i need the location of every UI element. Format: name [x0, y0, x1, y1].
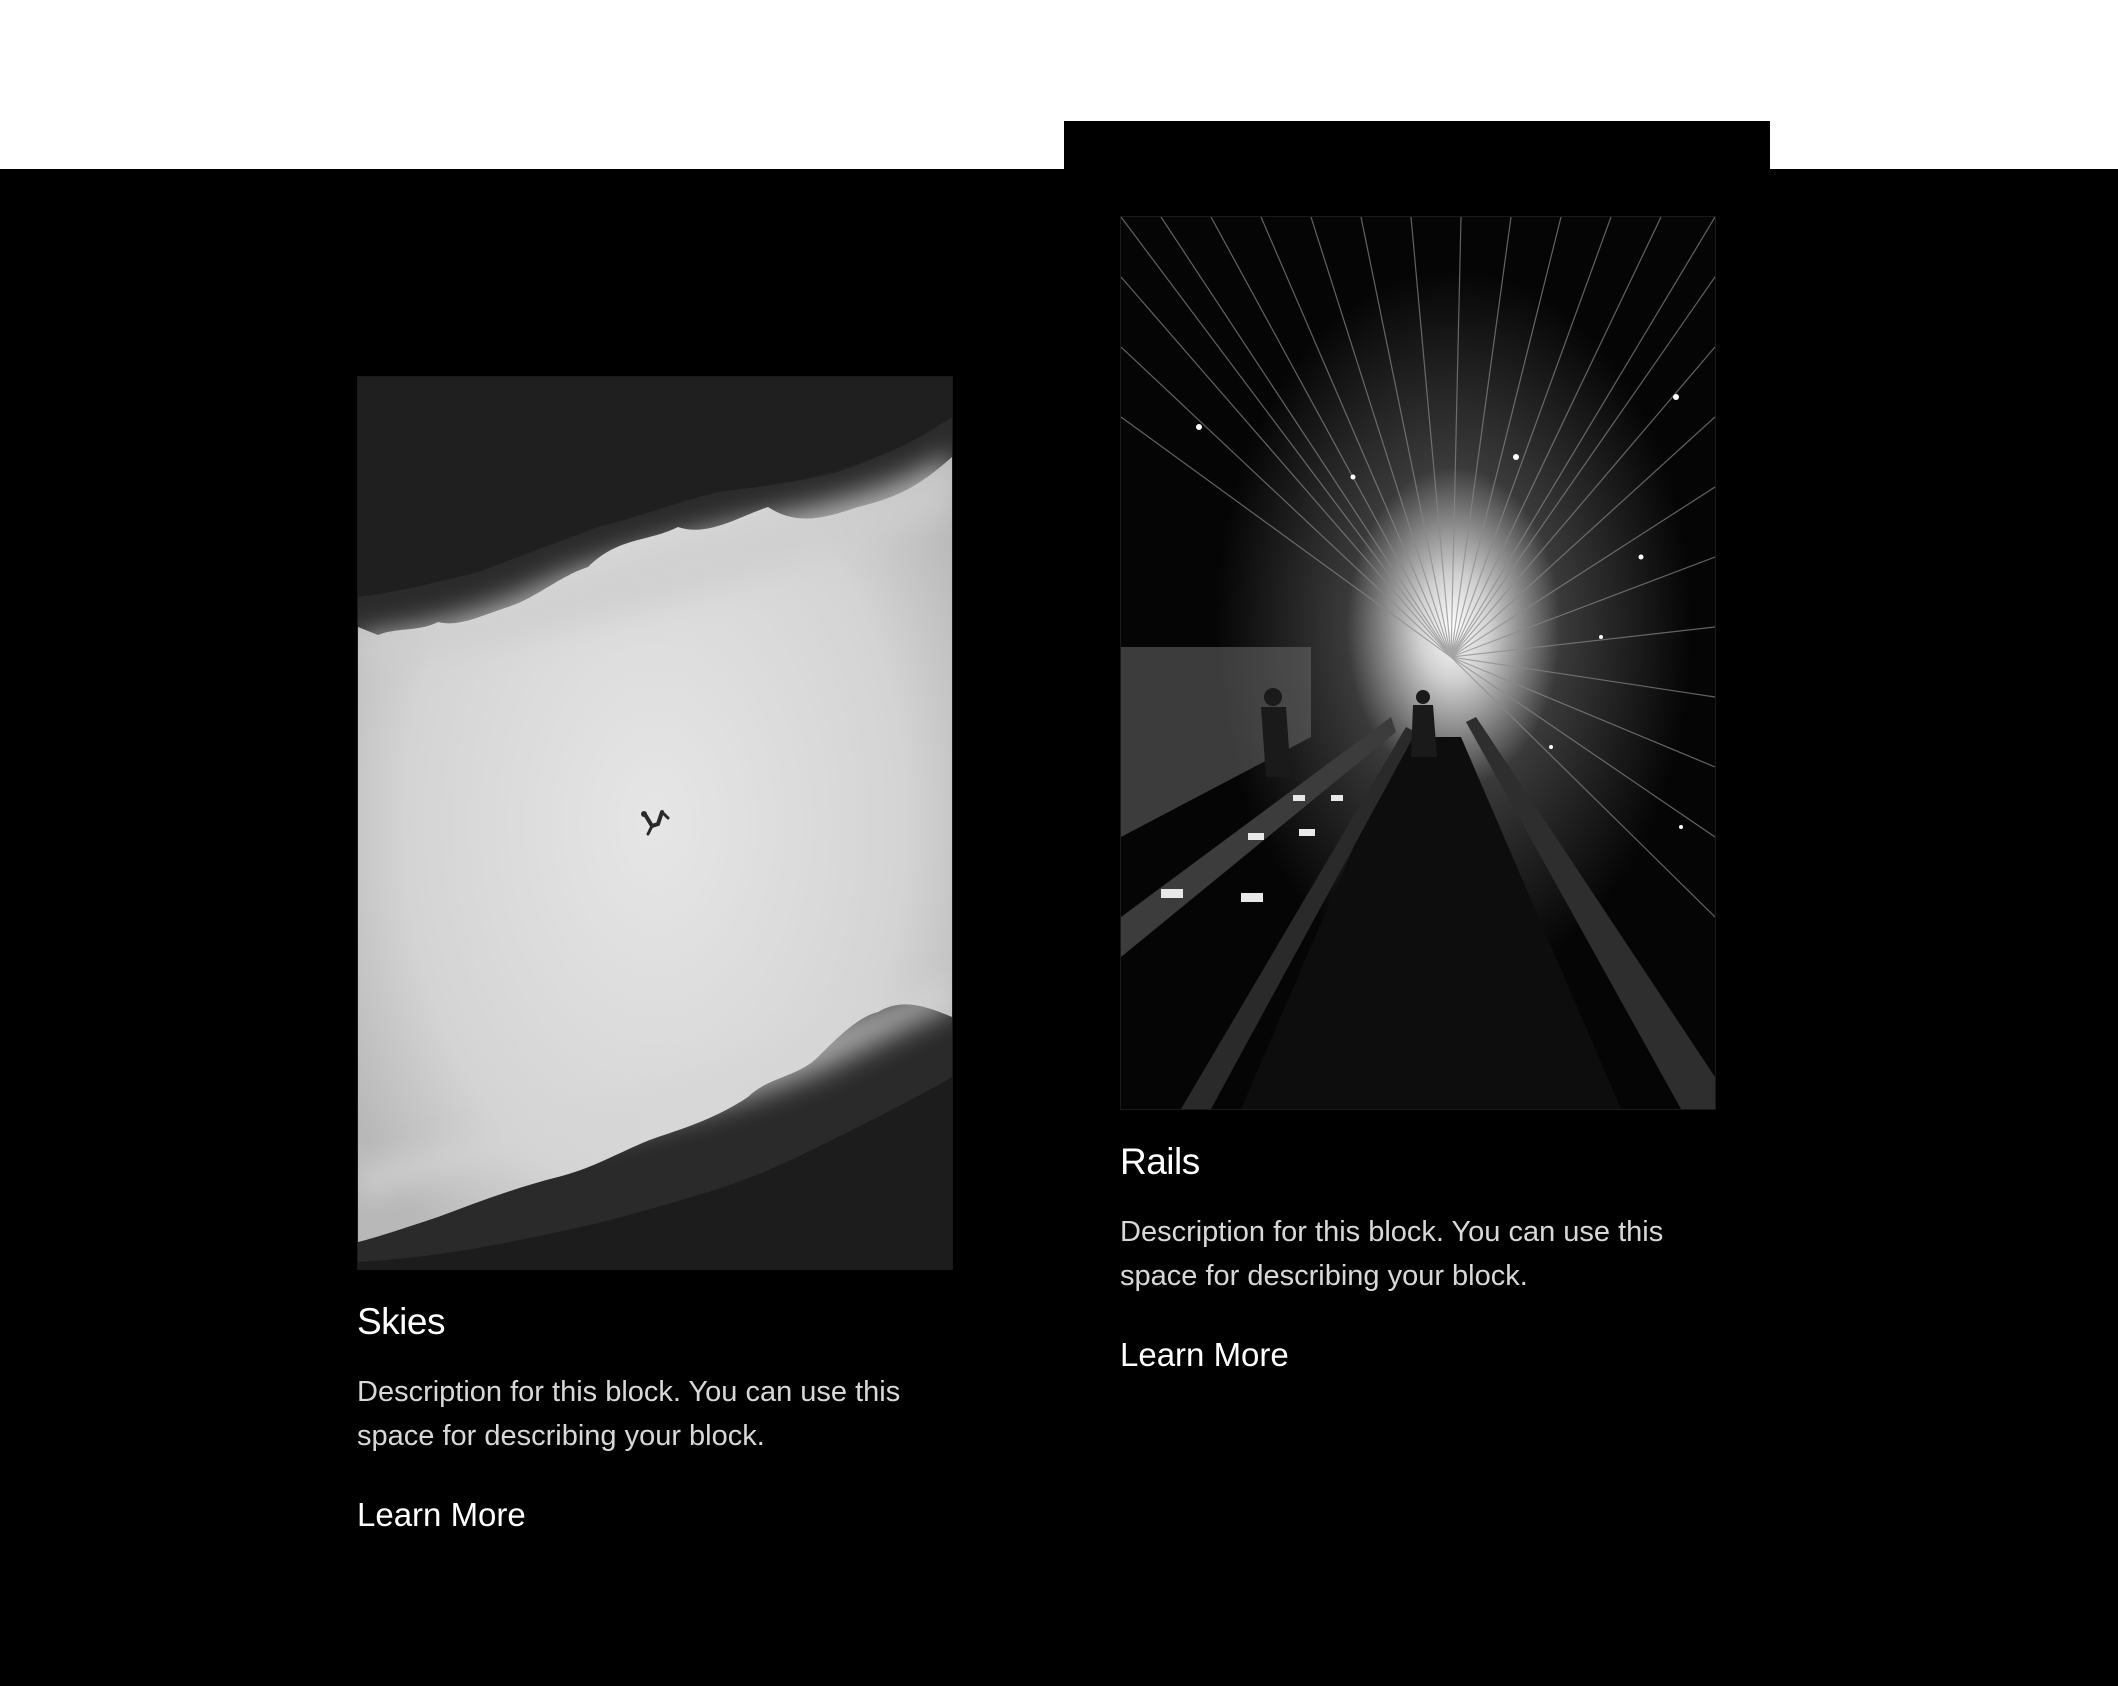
top-white-strip [0, 0, 2118, 169]
skies-photo-icon [358, 377, 952, 1269]
rails-photo-icon [1121, 217, 1715, 1109]
card-title: Rails [1120, 1141, 1200, 1182]
card-title: Skies [357, 1301, 445, 1342]
rails-image [1120, 216, 1716, 1110]
learn-more-link[interactable]: Learn More [1120, 1336, 1289, 1374]
card-skies: Skies Description for this block. You ca… [357, 376, 953, 1534]
skies-image [357, 376, 953, 1270]
features-section [0, 169, 2118, 1686]
learn-more-link[interactable]: Learn More [357, 1496, 526, 1534]
card-rails: Rails Description for this block. You ca… [1120, 216, 1716, 1374]
card-description: Description for this block. You can use … [1120, 1216, 1664, 1293]
raised-section-tab [1064, 121, 1770, 181]
card-description: Description for this block. You can use … [357, 1376, 901, 1453]
